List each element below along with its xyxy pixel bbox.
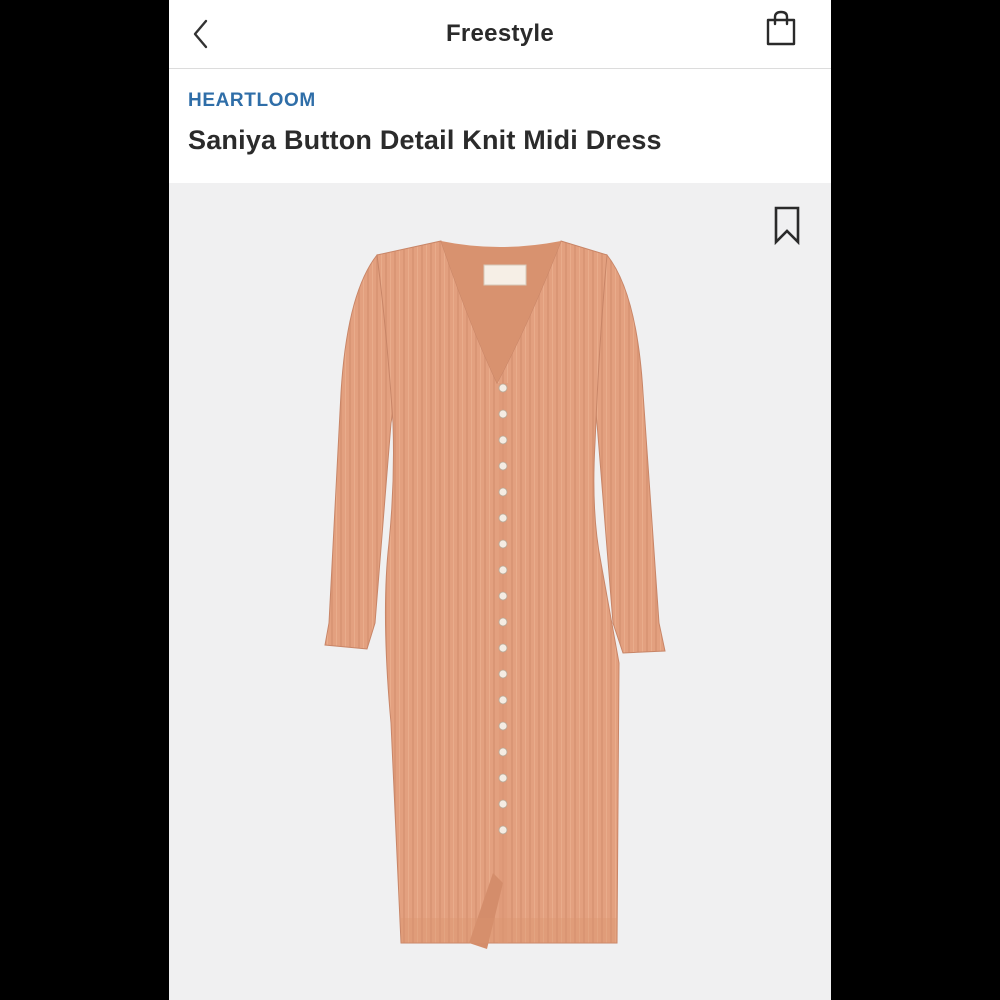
top-navigation-bar: Freestyle [169, 0, 831, 69]
save-bookmark-button[interactable] [771, 203, 803, 247]
dress-image [324, 240, 666, 949]
shopping-bag-icon [766, 10, 796, 46]
product-image-area [169, 183, 831, 1000]
phone-screen: Freestyle HEARTLOOM Saniya Button Detail… [169, 0, 831, 1000]
product-title: Saniya Button Detail Knit Midi Dress [188, 125, 662, 155]
shopping-bag-button[interactable] [761, 8, 801, 48]
bookmark-icon [774, 206, 800, 245]
page-title: Freestyle [445, 20, 555, 47]
brand-link[interactable]: HEARTLOOM [188, 90, 316, 112]
